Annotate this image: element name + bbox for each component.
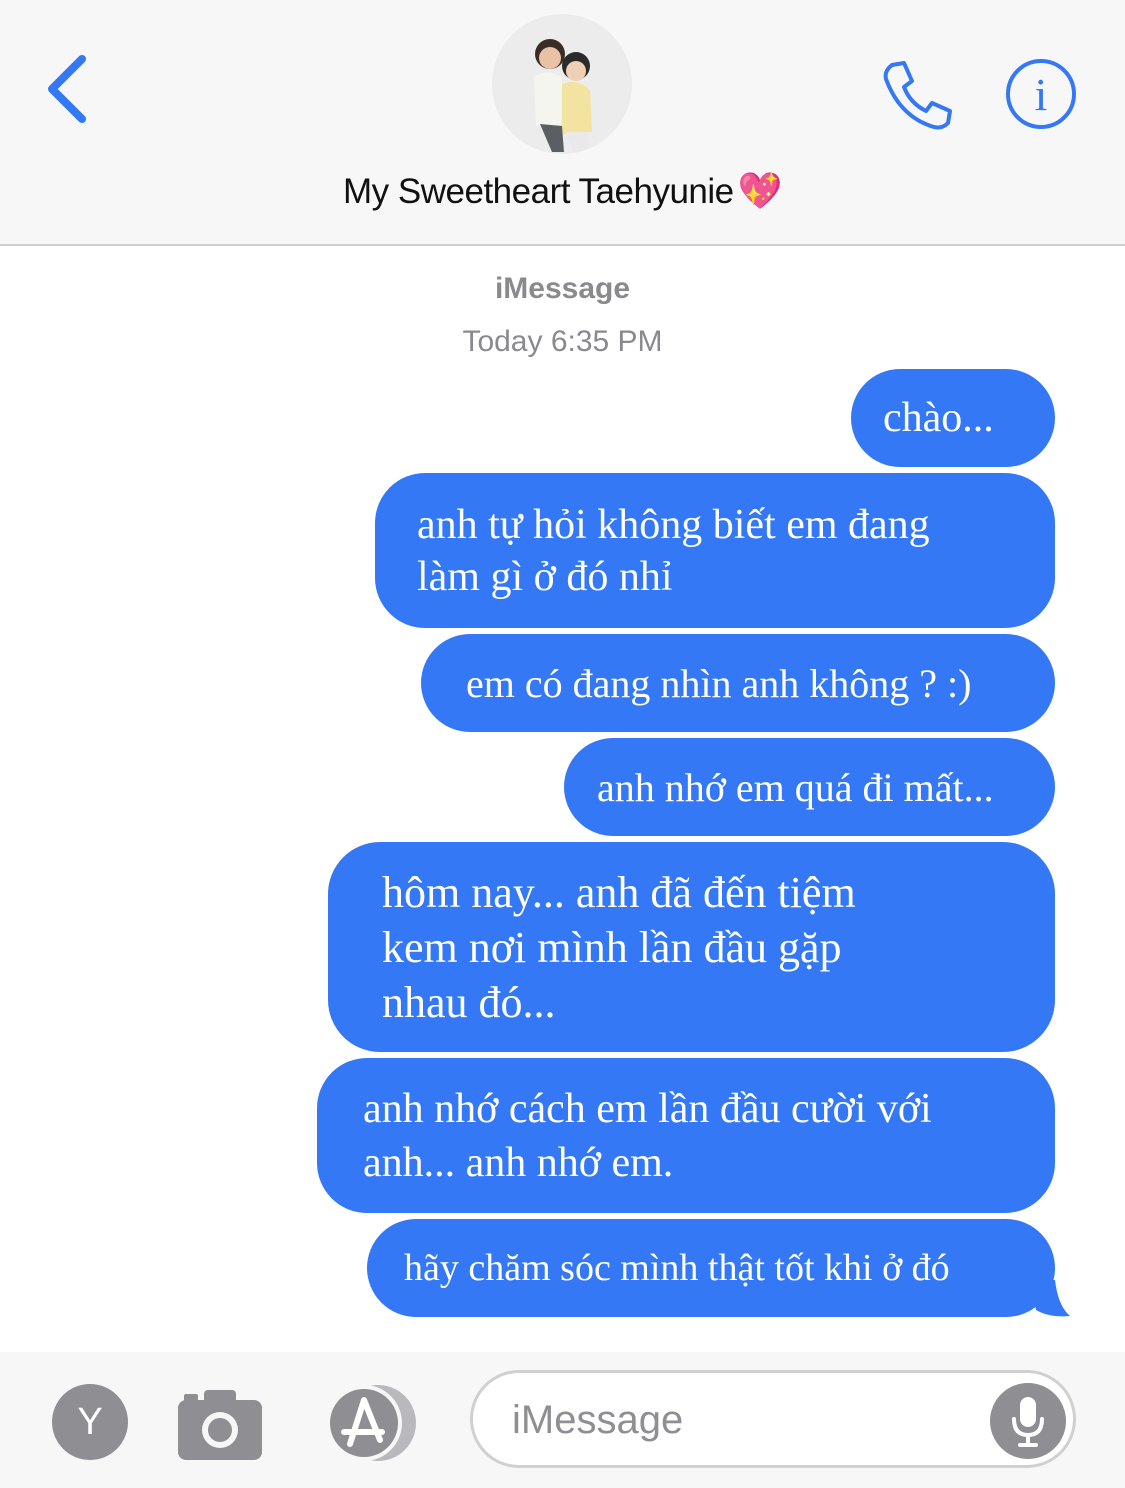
- message-bubble[interactable]: anh tự hỏi không biết em đang làm gì ở đ…: [375, 473, 1055, 628]
- camera-button[interactable]: [176, 1386, 264, 1462]
- conversation-header: My Sweetheart Taehyunie 💖 i: [0, 0, 1125, 246]
- call-button[interactable]: [878, 55, 958, 135]
- app-store-icon: [326, 1385, 416, 1461]
- message-input-placeholder: iMessage: [512, 1398, 684, 1442]
- back-chevron-icon: [48, 55, 86, 123]
- message-line: kem nơi mình lần đầu gặp: [382, 922, 842, 972]
- info-button[interactable]: i: [1003, 56, 1079, 132]
- message-bubble[interactable]: chào...: [851, 369, 1055, 467]
- dictation-button[interactable]: [990, 1383, 1066, 1459]
- info-icon: i: [1006, 59, 1076, 129]
- message-line: làm gì ở đó nhỉ: [417, 553, 673, 600]
- message-bubble[interactable]: anh nhớ cách em lần đầu cười với anh... …: [317, 1058, 1055, 1213]
- service-label: iMessage: [494, 272, 631, 305]
- message-line: em có đang nhìn anh không ? :): [466, 660, 972, 706]
- message-line: anh tự hỏi không biết em đang: [417, 501, 930, 548]
- message-line: chào...: [883, 395, 994, 441]
- sparkling-heart-emoji: 💖: [737, 171, 783, 212]
- message-line: anh... anh nhớ em.: [363, 1139, 674, 1186]
- message-line: anh nhớ cách em lần đầu cười với: [363, 1085, 932, 1132]
- message-timestamp: Today 6:35 PM: [462, 325, 663, 358]
- message-line: hôm nay... anh đã đến tiệm: [382, 867, 856, 917]
- message-line: anh nhớ em quá đi mất...: [597, 764, 994, 810]
- camera-icon: [178, 1390, 262, 1460]
- contact-name-text: My Sweetheart Taehyunie: [343, 172, 734, 211]
- bubble-tail: [1030, 1280, 1070, 1317]
- avatar[interactable]: [492, 14, 632, 154]
- svg-text:i: i: [1035, 69, 1048, 120]
- avatar-photo: [492, 14, 632, 154]
- message-bubble[interactable]: hôm nay... anh đã đến tiệm kem nơi mình …: [328, 842, 1055, 1052]
- back-button[interactable]: [30, 45, 110, 135]
- app-store-button[interactable]: [318, 1382, 422, 1464]
- phone-icon: [883, 61, 952, 130]
- apps-button[interactable]: Y: [52, 1384, 128, 1460]
- message-line: hãy chăm sóc mình thật tốt khi ở đó: [404, 1247, 950, 1289]
- contact-name[interactable]: My Sweetheart Taehyunie 💖: [0, 170, 1125, 212]
- microphone-icon: [1012, 1397, 1044, 1447]
- message-bubble[interactable]: hãy chăm sóc mình thật tốt khi ở đó: [367, 1219, 1055, 1317]
- message-bubble[interactable]: em có đang nhìn anh không ? :): [421, 634, 1055, 732]
- message-bubble[interactable]: anh nhớ em quá đi mất...: [564, 738, 1055, 836]
- message-line: nhau đó...: [382, 977, 556, 1027]
